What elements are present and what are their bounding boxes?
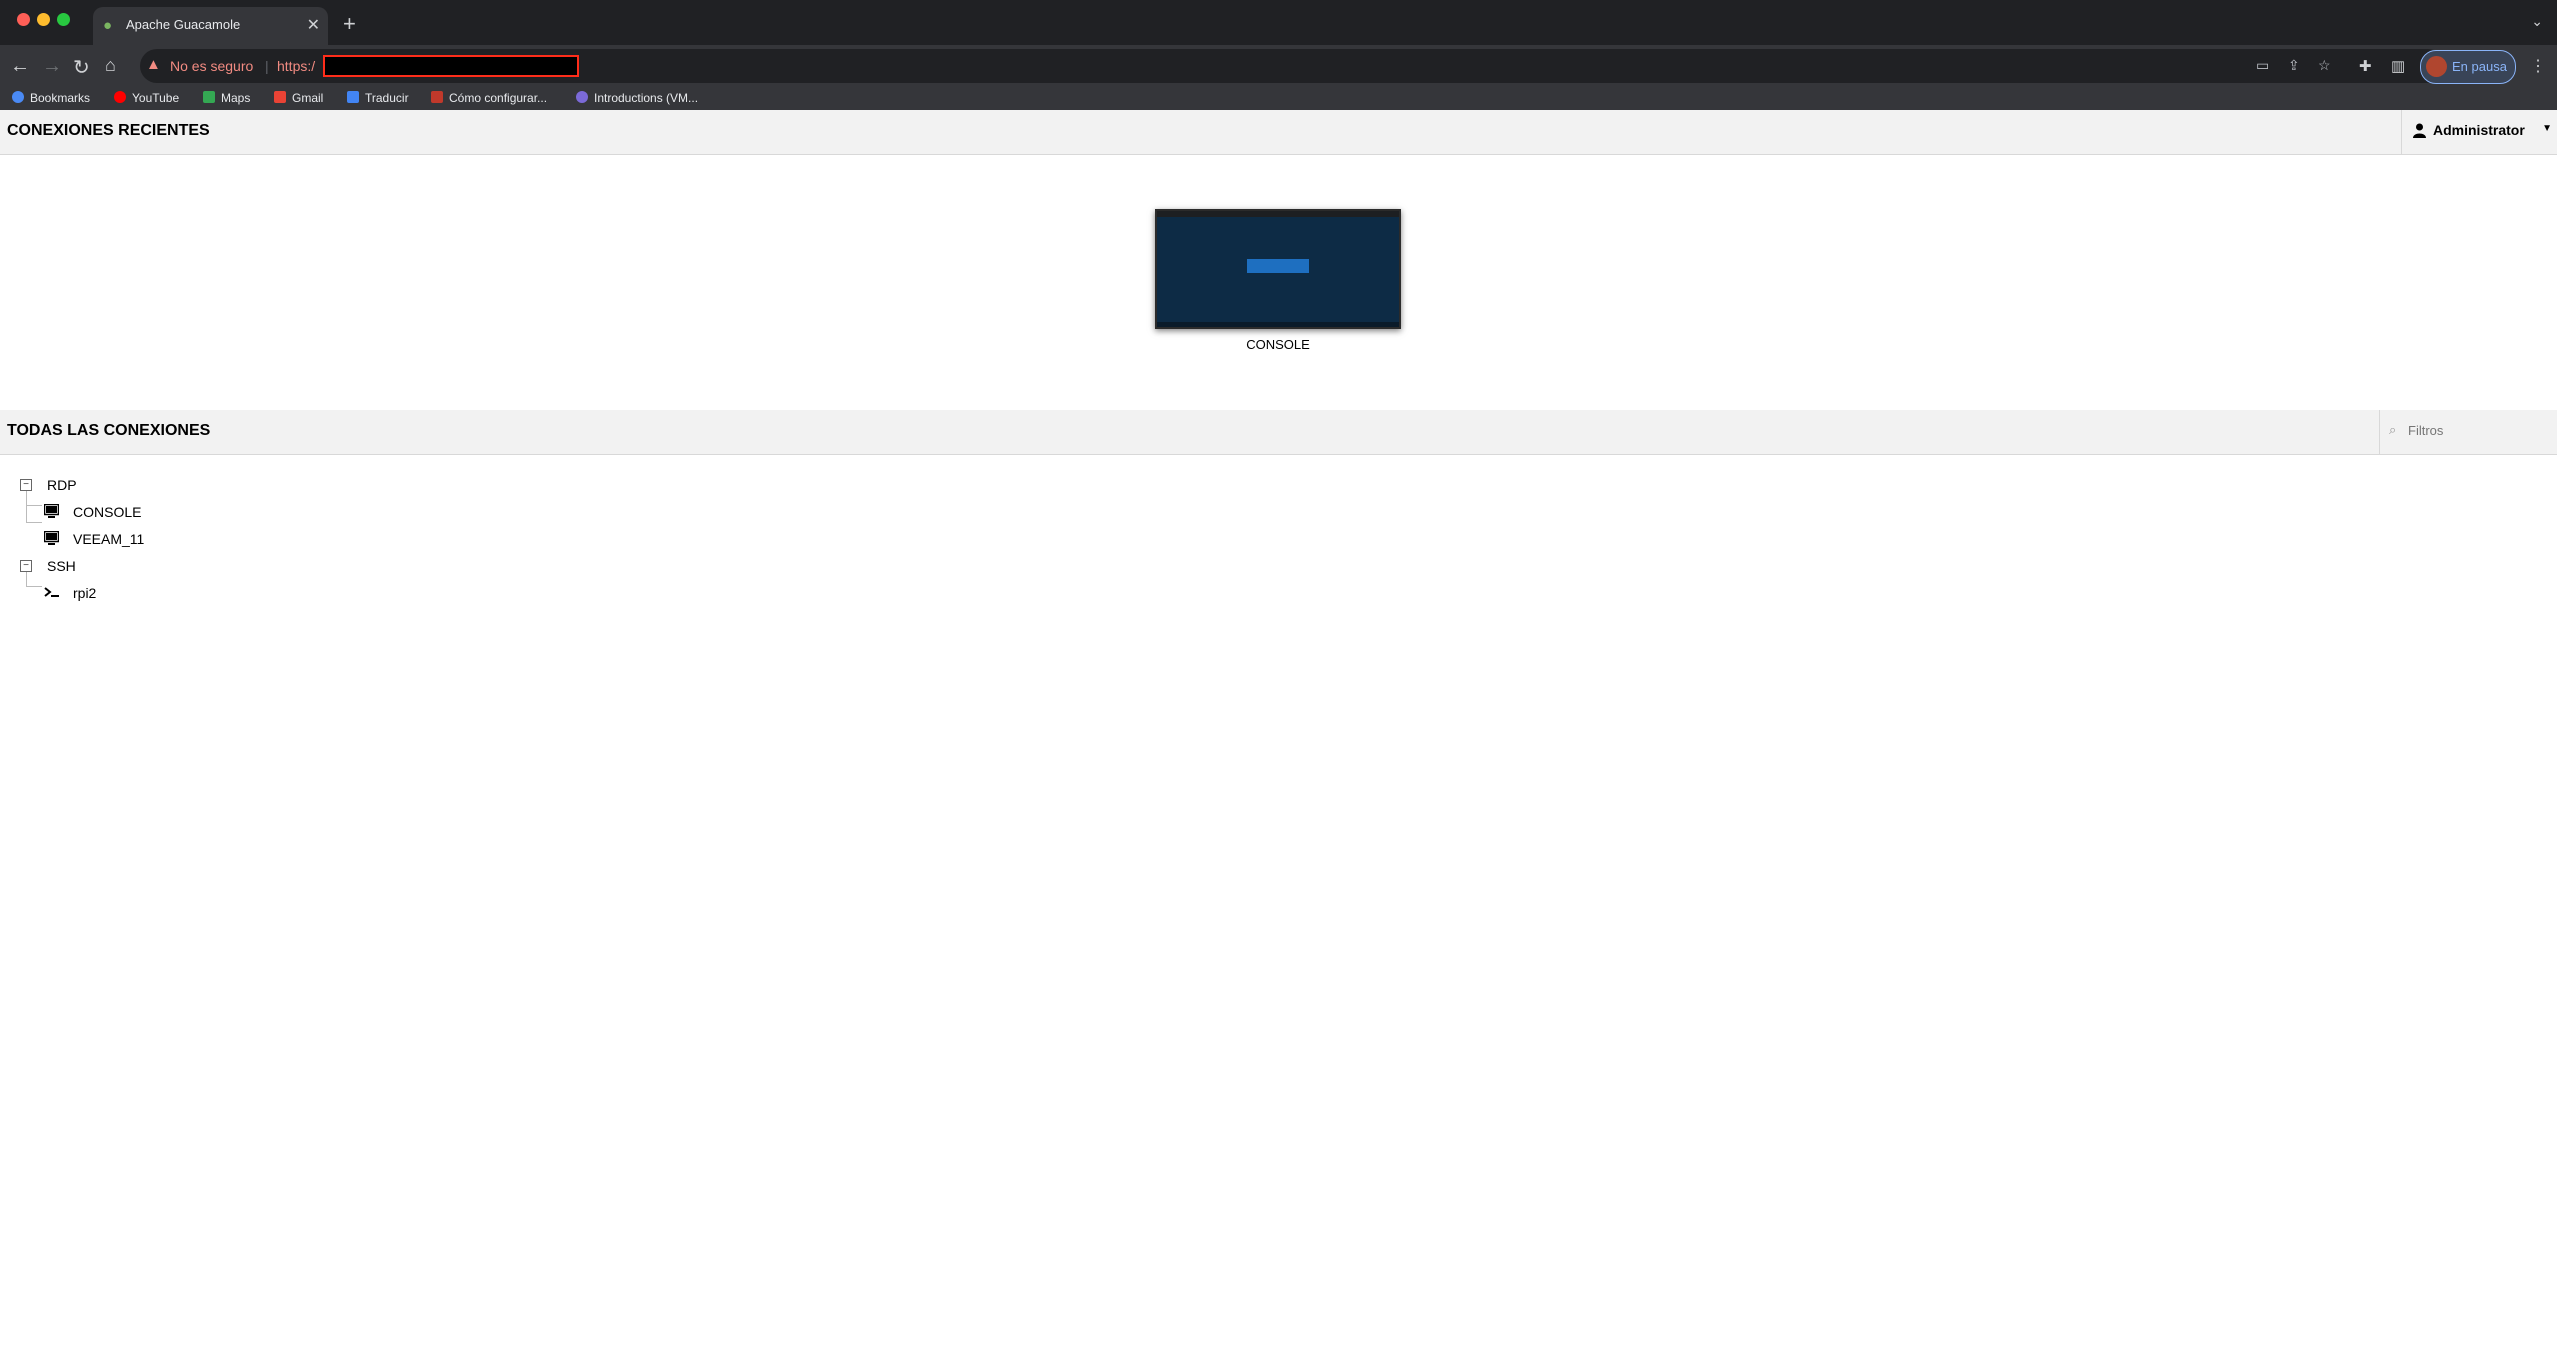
all-connections-header: TODAS LAS CONEXIONES ⌕: [0, 410, 2557, 455]
warning-icon: ▲: [146, 56, 161, 73]
profile-label: En pausa: [2452, 59, 2507, 74]
user-menu[interactable]: Administrator ▼: [2401, 110, 2557, 154]
filter-input[interactable]: [2406, 422, 2550, 439]
bookmark-maps[interactable]: Maps: [203, 91, 250, 105]
reload-icon[interactable]: ↻: [73, 55, 90, 80]
maximize-window-icon[interactable]: [57, 13, 70, 26]
maps-icon: [203, 91, 215, 103]
tree-group-ssh[interactable]: SSH: [47, 558, 76, 574]
back-arrow-icon[interactable]: ←: [10, 55, 30, 78]
bookmark-label: Introductions (VM...: [594, 91, 699, 105]
profile-button[interactable]: En pausa: [2420, 50, 2516, 84]
bookmark-label: Gmail: [292, 91, 324, 105]
minimize-window-icon[interactable]: [37, 13, 50, 26]
tree-group-rdp[interactable]: RDP: [47, 477, 77, 493]
security-warning[interactable]: No es seguro: [170, 58, 253, 74]
thumbnail-topbar: [1157, 211, 1399, 217]
tab-close-icon[interactable]: ✕: [307, 15, 320, 35]
avatar: [2426, 56, 2447, 77]
bookmark-label: YouTube: [132, 91, 180, 105]
forward-arrow-icon[interactable]: →: [42, 55, 62, 78]
terminal-icon: [44, 587, 59, 597]
thumbnail-dialog: [1247, 259, 1309, 273]
user-name: Administrator: [2433, 122, 2525, 138]
chevron-down-icon: ▼: [2542, 123, 2552, 134]
collapse-ssh-toggle[interactable]: −: [20, 560, 32, 572]
guacamole-favicon-icon: ●: [103, 17, 113, 34]
search-icon: ⌕: [2389, 422, 2397, 437]
all-connections-title: TODAS LAS CONEXIONES: [7, 422, 211, 439]
filter-box[interactable]: ⌕: [2379, 410, 2557, 454]
tree-connection-console[interactable]: CONSOLE: [73, 504, 141, 520]
bookmark-introductions[interactable]: Introductions (VM...: [576, 91, 698, 105]
bookmark-youtube[interactable]: YouTube: [114, 91, 179, 105]
bookmark-label: Bookmarks: [30, 91, 91, 105]
tab-search-icon[interactable]: ⌄: [2531, 13, 2543, 30]
redacted-url: [323, 55, 579, 77]
connection-thumbnail[interactable]: [1155, 209, 1401, 329]
az-icon: [431, 91, 443, 103]
tree-connection-rpi2[interactable]: rpi2: [73, 585, 96, 601]
thumbnail-taskbar: [1157, 322, 1399, 327]
divider: |: [265, 58, 269, 74]
recent-connection-label: CONSOLE: [1246, 337, 1310, 352]
extensions-icon[interactable]: ✚: [2359, 57, 2372, 75]
tree-connector: [26, 586, 42, 587]
tree-connection-veeam-11[interactable]: VEEAM_11: [73, 531, 144, 547]
translate-icon: [347, 91, 359, 103]
new-tab-button[interactable]: +: [343, 11, 356, 37]
tab-strip: ● Apache Guacamole ✕ + ⌄: [0, 0, 2557, 45]
tree-connector: [26, 491, 27, 522]
side-panel-icon[interactable]: ▥: [2391, 57, 2405, 75]
tab-title: Apache Guacamole: [126, 17, 241, 32]
browser-toolbar: ← → ↻ ⌂ ▲ No es seguro | https:/ ▭ ⇪ ☆ ✚…: [0, 45, 2557, 89]
bookmark-traducir[interactable]: Traducir: [347, 91, 409, 105]
bookmark-como-configurar[interactable]: Cómo configurar...: [431, 91, 547, 105]
monitor-icon: [44, 531, 59, 545]
recent-connections-title: CONEXIONES RECIENTES: [7, 122, 210, 139]
bookmark-label: Maps: [221, 91, 251, 105]
monitor-icon: [44, 504, 59, 518]
star-icon: [12, 91, 24, 103]
vmware-icon: [576, 91, 588, 103]
menu-icon[interactable]: ⋮: [2530, 56, 2546, 76]
browser-chrome: ● Apache Guacamole ✕ + ⌄ ← → ↻ ⌂ ▲ No es…: [0, 0, 2557, 110]
bookmark-star-icon[interactable]: ☆: [2318, 57, 2331, 74]
bookmarks-bar: Bookmarks YouTube Maps Gmail Traducir Có…: [0, 89, 2557, 110]
address-bar[interactable]: ▲ No es seguro | https:/ ▭ ⇪ ☆: [140, 49, 2445, 83]
recent-connection-console[interactable]: CONSOLE: [1155, 209, 1401, 352]
bookmark-label: Cómo configurar...: [449, 91, 548, 105]
youtube-icon: [114, 91, 126, 103]
home-icon[interactable]: ⌂: [105, 55, 116, 76]
close-window-icon[interactable]: [17, 13, 30, 26]
tree-connector: [26, 522, 42, 523]
collapse-rdp-toggle[interactable]: −: [20, 479, 32, 491]
tree-connector: [26, 572, 27, 586]
share-icon[interactable]: ⇪: [2288, 57, 2300, 74]
user-icon: [2413, 123, 2426, 138]
browser-tab[interactable]: ● Apache Guacamole ✕: [93, 7, 328, 45]
save-page-icon[interactable]: ▭: [2256, 57, 2269, 74]
bookmark-bookmarks[interactable]: Bookmarks: [12, 91, 90, 105]
bookmark-label: Traducir: [365, 91, 409, 105]
guacamole-home-page: CONEXIONES RECIENTES Administrator ▼ CON…: [0, 110, 2557, 1345]
gmail-icon: [274, 91, 286, 103]
bookmark-gmail[interactable]: Gmail: [274, 91, 323, 105]
url-text[interactable]: https:/: [277, 58, 315, 74]
tree-connector: [26, 505, 42, 506]
recent-connections-header: CONEXIONES RECIENTES Administrator ▼: [0, 110, 2557, 155]
